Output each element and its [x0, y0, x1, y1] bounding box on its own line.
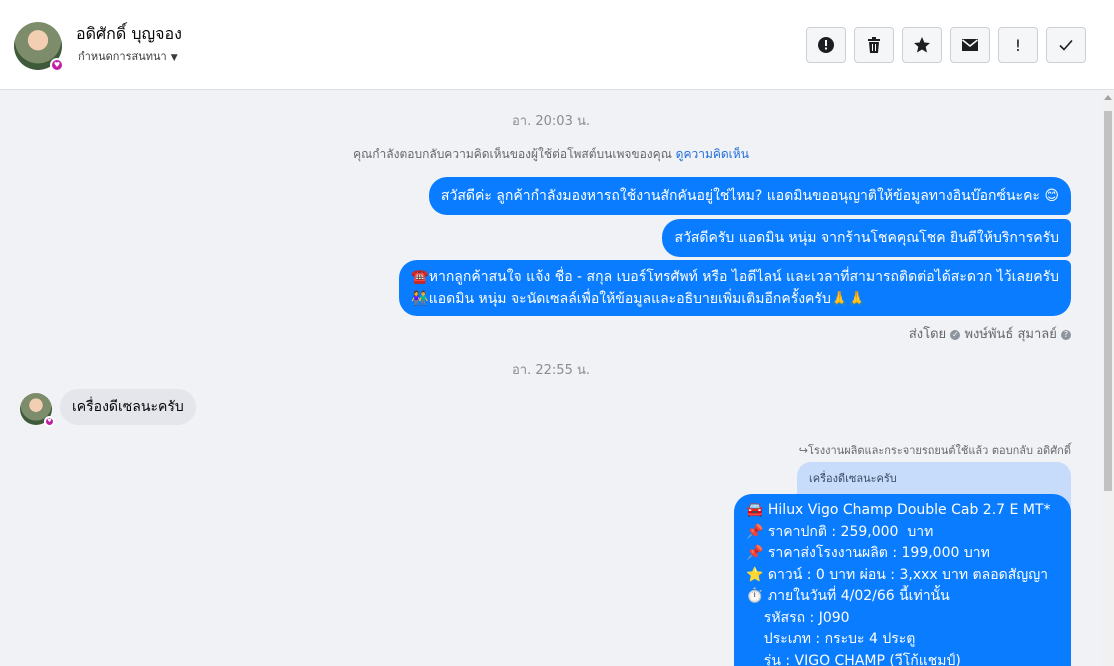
mark-unread-button[interactable] — [950, 27, 990, 63]
contact-avatar-small[interactable]: ♥ — [20, 393, 55, 427]
listing-line: ⭐ ดาวน์ : 0 บาท ผ่อน : 3,xxx บาท ตลอดสัญ… — [746, 566, 1048, 583]
report-button[interactable] — [806, 27, 846, 63]
exclamation-icon: ! — [1014, 35, 1022, 55]
message-thread[interactable]: อา. 20:03 น. คุณกำลังตอบกลับความคิดเห็นข… — [0, 91, 1102, 666]
caret-down-icon: ▼ — [170, 53, 178, 63]
listing-line: ประเภท : กระบะ 4 ประตู — [746, 631, 916, 647]
help-icon[interactable]: ? — [1061, 329, 1071, 340]
mark-spam-button[interactable]: ! — [998, 27, 1038, 63]
reply-context-notice: คุณกำลังตอบกลับความคิดเห็นของผู้ใช้ต่อโพ… — [0, 145, 1102, 164]
reply-arrow-icon: ↪ — [798, 444, 808, 457]
reply-reference-text: โรงงานผลิตและกระจายรถยนต์ใช้แล้ว ตอบกลับ… — [807, 444, 1071, 457]
alert-circle-icon — [818, 37, 834, 53]
message-line: ☎️หากลูกค้าสนใจ แจ้ง ชื่อ - สกุล เบอร์โท… — [411, 269, 1059, 285]
sent-by-label: ส่งโดย — [908, 327, 947, 342]
star-button[interactable] — [902, 27, 942, 63]
timestamp: อา. 22:55 น. — [512, 363, 590, 378]
notice-text: คุณกำลังตอบกลับความคิดเห็นของผู้ใช้ต่อโพ… — [353, 147, 672, 161]
conversation-schedule-dropdown[interactable]: กำหนดการสนทนา ▼ — [78, 47, 178, 65]
sender-name[interactable]: พงษ์พันธ์ สุมาลย์ — [964, 327, 1056, 342]
scroll-up-arrow-icon[interactable] — [1104, 95, 1112, 100]
timestamp: อา. 20:03 น. — [512, 114, 590, 129]
star-icon — [914, 37, 930, 53]
trash-icon — [868, 37, 880, 53]
listing-line: รุ่น : VIGO CHAMP (วีโก้แชมป์) — [746, 652, 961, 666]
outgoing-car-listing-message[interactable]: 🚘 Hilux Vigo Champ Double Cab 2.7 E MT* … — [734, 494, 1071, 666]
listing-line: ⏱️ ภายในวันที่ 4/02/66 นี้เท่านั้น — [746, 588, 950, 604]
view-comment-link[interactable]: ดูความคิดเห็น — [676, 147, 749, 161]
sent-by-info: ส่งโดย ✓ พงษ์พันธ์ สุมาลย์ ? — [909, 323, 1071, 344]
messenger-badge-icon: ♥ — [50, 58, 64, 72]
mark-done-button[interactable] — [1046, 27, 1086, 63]
contact-name[interactable]: อดิศักดิ์ บุญจอง — [76, 22, 182, 47]
delete-button[interactable] — [854, 27, 894, 63]
outgoing-message[interactable]: สวัสดีครับ แอดมิน หนุ่ม จากร้านโชคคุณโชค… — [662, 219, 1071, 257]
schedule-label: กำหนดการสนทนา — [78, 50, 167, 63]
listing-line: รหัสรถ : J090 — [746, 609, 850, 626]
verified-icon: ✓ — [950, 329, 961, 340]
envelope-icon — [962, 39, 978, 51]
listing-line: 📌 ราคาส่งโรงงานผลิต : 199,000 บาท — [746, 545, 990, 561]
message-line: 👫แอดมิน หนุ่ม จะนัดเซลล์เพื่อให้ข้อมูลแล… — [411, 291, 866, 307]
conversation-header: ♥ อดิศักดิ์ บุญจอง กำหนดการสนทนา ▼ ! — [0, 0, 1114, 90]
messenger-badge-icon: ♥ — [44, 416, 55, 427]
incoming-message[interactable]: เครื่องดีเซลนะครับ — [60, 389, 196, 425]
reply-reference: ↪โรงงานผลิตและกระจายรถยนต์ใช้แล้ว ตอบกลั… — [799, 441, 1071, 459]
scrollbar-thumb[interactable] — [1104, 111, 1112, 491]
chat-scrollbar[interactable] — [1102, 91, 1114, 666]
contact-avatar[interactable]: ♥ — [14, 22, 64, 72]
outgoing-message[interactable]: สวัสดีค่ะ ลูกค้ากำลังมองหารถใช้งานสักคัน… — [428, 177, 1071, 215]
outgoing-message[interactable]: ☎️หากลูกค้าสนใจ แจ้ง ชื่อ - สกุล เบอร์โท… — [399, 260, 1071, 316]
checkmark-icon — [1059, 39, 1073, 51]
listing-line: 📌 ราคาปกติ : 259,000 บาท — [746, 523, 934, 540]
listing-line: 🚘 Hilux Vigo Champ Double Cab 2.7 E MT* — [746, 502, 1051, 518]
